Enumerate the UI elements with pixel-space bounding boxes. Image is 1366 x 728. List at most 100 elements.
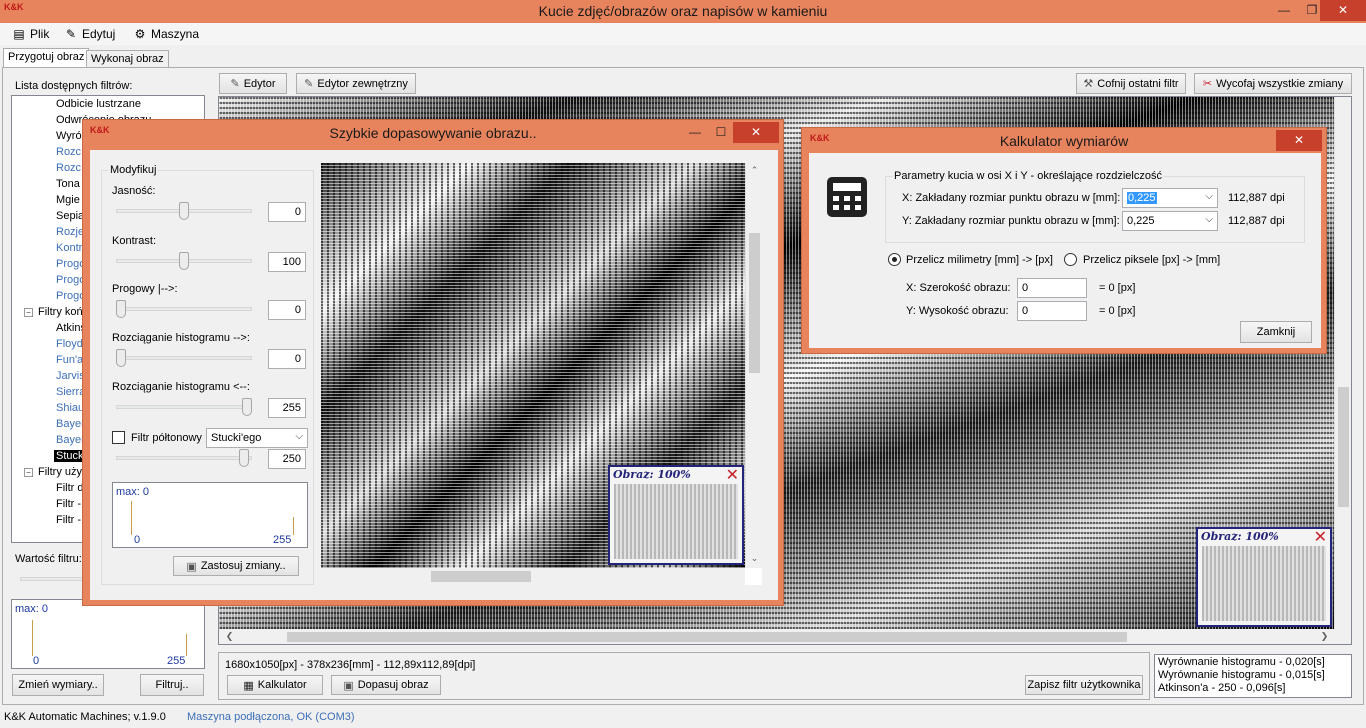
revert-all-button[interactable]: ✂ Wycofaj wszystkie zmiany	[1194, 73, 1352, 94]
scroll-up-icon[interactable]: ⌃	[746, 165, 763, 176]
halftone-input[interactable]: 250	[268, 449, 306, 469]
scroll-thumb[interactable]	[749, 233, 760, 373]
editor-button[interactable]: ✎ Edytor	[219, 73, 287, 94]
fit-image-button[interactable]: ▣ Dopasuj obraz	[331, 675, 441, 695]
chevron-down-icon: ⌵	[295, 431, 303, 442]
filter-item[interactable]: Kontr	[56, 242, 82, 254]
halftone-select[interactable]: Stucki'ego ⌵	[206, 428, 308, 448]
apply-changes-label: Zastosuj zmiany..	[200, 560, 286, 572]
log-entry: Atkinson'a - 250 - 0,096[s]	[1158, 682, 1286, 694]
width-input[interactable]: 0	[1017, 278, 1087, 298]
calculator-body: Parametry kucia w osi X i Y - określając…	[809, 153, 1321, 348]
external-editor-button[interactable]: ✎ Edytor zewnętrzny	[296, 73, 416, 94]
mm-to-px-radio[interactable]	[888, 253, 901, 266]
threshold-slider[interactable]	[116, 307, 252, 311]
filter-item[interactable]: Fun'a	[56, 354, 83, 366]
scroll-down-icon[interactable]: ⌄	[746, 553, 763, 564]
stretch-right-slider[interactable]	[116, 356, 252, 360]
filter-item[interactable]: Shiau	[56, 402, 84, 414]
filter-item[interactable]: Filtr -	[56, 498, 81, 510]
pen-icon: ✎	[65, 27, 77, 41]
filter-item[interactable]: Tona	[56, 178, 80, 190]
calculator-button[interactable]: ▦ Kalkulator	[227, 675, 323, 695]
close-button[interactable]: ✕	[733, 122, 779, 143]
close-preview-icon[interactable]: ✕	[1314, 527, 1327, 547]
filter-item[interactable]: Wyró	[56, 130, 82, 142]
operation-log: Wyrównanie histogramu - 0,020[s] Wyrówna…	[1154, 654, 1352, 698]
filter-item[interactable]: Rozc	[56, 162, 81, 174]
stretch-left-input[interactable]: 255	[268, 398, 306, 418]
external-editor-button-label: Edytor zewnętrzny	[317, 77, 408, 90]
close-preview-icon[interactable]: ✕	[726, 465, 739, 485]
tab-prepare-image[interactable]: Przygotuj obraz	[3, 48, 90, 68]
main-vertical-scrollbar[interactable]	[1334, 97, 1351, 629]
px-to-mm-radio[interactable]	[1064, 253, 1077, 266]
main-horizontal-scrollbar[interactable]: ❮ ❯	[219, 629, 1334, 644]
halftone-checkbox[interactable]	[112, 431, 125, 444]
threshold-input[interactable]: 0	[268, 300, 306, 320]
quick-zoom-preview[interactable]: Obraz: 100% ✕	[608, 465, 744, 565]
halftone-slider[interactable]	[116, 456, 252, 460]
menu-edit[interactable]: ✎ Edytuj	[64, 27, 115, 41]
filter-item[interactable]: Bayer	[56, 434, 85, 446]
stretch-left-slider-thumb[interactable]	[242, 398, 252, 416]
y-point-size-label: Y: Zakładany rozmiar punktu obrazu w [mm…	[902, 215, 1120, 227]
filter-item[interactable]: Progo	[56, 274, 85, 286]
close-calculator-button[interactable]: Zamknij	[1240, 321, 1312, 343]
filter-item[interactable]: Filtr -	[56, 514, 81, 526]
filter-group[interactable]: Filtry użyt	[38, 466, 85, 478]
scroll-thumb[interactable]	[1338, 387, 1349, 507]
stretch-right-input[interactable]: 0	[268, 349, 306, 369]
filter-item-selected[interactable]: Stuck	[54, 450, 86, 462]
filter-item[interactable]: Progo	[56, 258, 85, 270]
contrast-input[interactable]: 100	[268, 252, 306, 272]
quick-preview-viewport[interactable]: ⌃ ⌄ Obraz: 100% ✕	[321, 163, 762, 585]
filter-item[interactable]: Sierra	[56, 386, 85, 398]
height-input[interactable]: 0	[1017, 301, 1087, 321]
scroll-left-icon[interactable]: ❮	[221, 631, 238, 642]
maximize-button[interactable]: ☐	[707, 122, 735, 143]
minimize-button[interactable]: —	[681, 122, 709, 143]
filter-item[interactable]: Bayer	[56, 418, 85, 430]
menu-file[interactable]: ▤ Plik	[12, 27, 49, 41]
contrast-label: Kontrast:	[112, 235, 157, 247]
filter-button[interactable]: Filtruj..	[140, 674, 204, 696]
stretch-left-slider[interactable]	[116, 405, 252, 409]
change-dimensions-button[interactable]: Zmień wymiary..	[12, 674, 104, 696]
menu-machine[interactable]: ⚙ Maszyna	[133, 27, 199, 41]
filter-item[interactable]: Rozc	[56, 146, 81, 158]
threshold-slider-thumb[interactable]	[116, 300, 126, 318]
apply-changes-button[interactable]: ▣ Zastosuj zmiany..	[173, 556, 299, 576]
scroll-right-icon[interactable]: ❯	[1316, 631, 1333, 642]
close-button[interactable]: ✕	[1320, 0, 1366, 21]
quick-horizontal-scrollbar[interactable]	[321, 568, 745, 585]
filter-item[interactable]: Filtr d	[56, 482, 84, 494]
halftone-slider-thumb[interactable]	[239, 449, 250, 467]
minimize-button[interactable]: —	[1270, 0, 1298, 21]
collapse-icon[interactable]: −	[24, 308, 33, 317]
filter-item[interactable]: Mgie	[56, 194, 80, 206]
filter-item[interactable]: Progo	[56, 290, 85, 302]
y-point-size-select[interactable]: 0,225 ⌵	[1122, 211, 1218, 231]
collapse-icon[interactable]: −	[24, 468, 33, 477]
close-button[interactable]: ✕	[1276, 130, 1322, 151]
save-user-filter-button[interactable]: Zapisz filtr użytkownika	[1025, 675, 1143, 695]
undo-last-filter-button[interactable]: ⚒ Cofnij ostatni filtr	[1076, 73, 1186, 94]
filter-item[interactable]: Sepia	[56, 210, 84, 222]
x-point-size-select[interactable]: 0,225 ⌵	[1122, 188, 1218, 208]
brightness-slider-thumb[interactable]	[179, 202, 189, 220]
filter-item[interactable]: Rozje	[56, 226, 84, 238]
dimension-calculator-dialog: K&K Kalkulator wymiarów ✕ Parametry kuci…	[801, 127, 1327, 354]
stretch-right-slider-thumb[interactable]	[116, 349, 126, 367]
filter-item[interactable]: Jarvis	[56, 370, 85, 382]
main-zoom-preview[interactable]: Obraz: 100% ✕	[1196, 527, 1332, 627]
brightness-input[interactable]: 0	[268, 202, 306, 222]
contrast-slider-thumb[interactable]	[179, 252, 189, 270]
quick-vertical-scrollbar[interactable]: ⌃ ⌄	[745, 163, 762, 568]
filter-group[interactable]: Filtry końc	[38, 306, 88, 318]
scroll-thumb[interactable]	[431, 571, 531, 582]
scroll-thumb[interactable]	[287, 632, 1127, 642]
filter-item[interactable]: Odbicie lustrzane	[56, 98, 141, 110]
histogram-marker	[32, 620, 33, 656]
filter-item[interactable]: Floyd	[56, 338, 83, 350]
